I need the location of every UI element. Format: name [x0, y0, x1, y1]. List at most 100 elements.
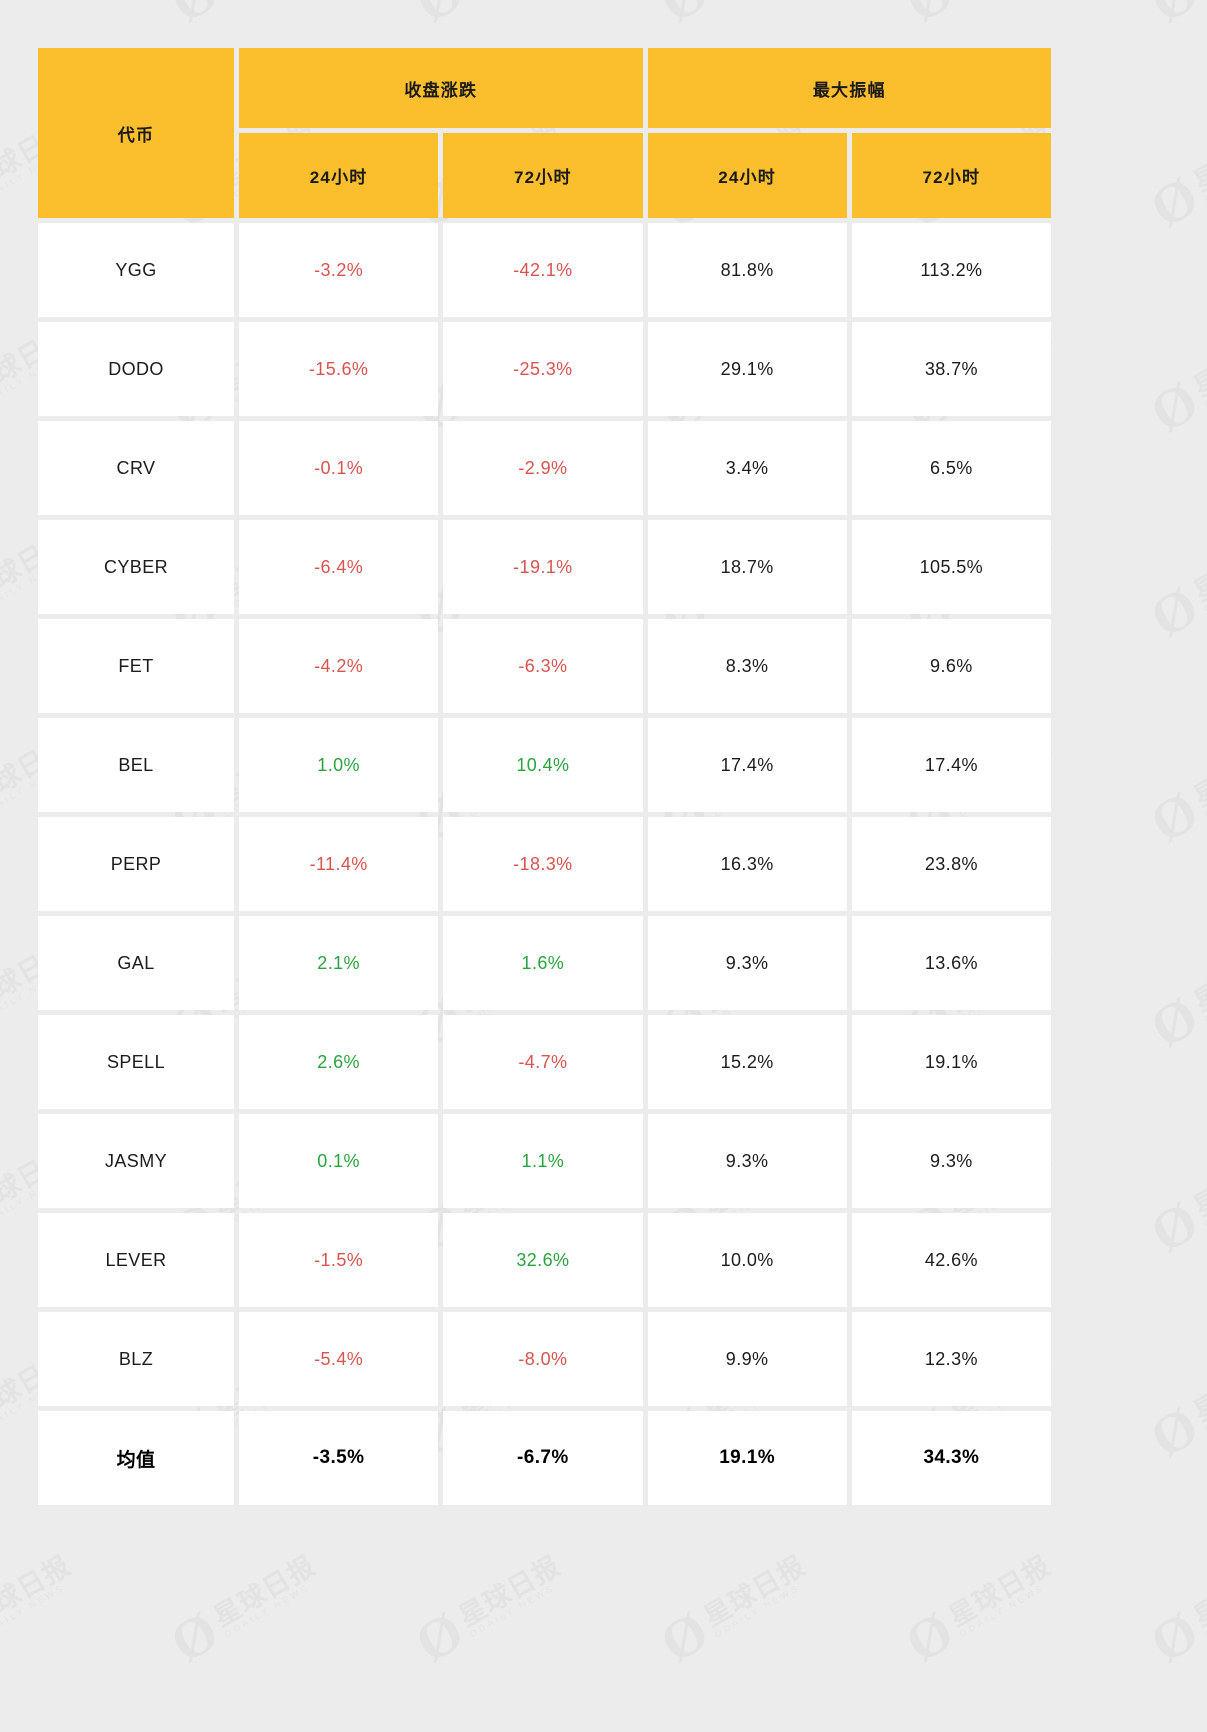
watermark-cn-text: 星球日报 [698, 1550, 811, 1633]
table-row: CYBER -6.4% -19.1% 18.7% 105.5% [38, 520, 1051, 614]
cell-amplitude-72h: 19.1% [851, 1015, 1051, 1109]
cell-average-amplitude-72h: 34.3% [851, 1411, 1051, 1505]
table-row: GAL 2.1% 1.6% 9.3% 13.6% [38, 916, 1051, 1010]
watermark: Ø星球日报ODAILY NEWS [405, 0, 575, 35]
cell-amplitude-72h: 17.4% [851, 718, 1051, 812]
watermark-en-text: ODAILY NEWS [222, 1582, 312, 1640]
watermark-cn-text: 星球日报 [1188, 115, 1207, 198]
watermark-en-text: ODAILY NEWS [467, 1582, 557, 1640]
watermark-logo-icon: Ø [405, 1599, 475, 1676]
cell-amplitude-24h: 3.4% [647, 421, 847, 515]
cell-change-24h: 1.0% [239, 718, 439, 812]
cell-coin-symbol: CYBER [38, 520, 234, 614]
cell-amplitude-24h: 9.3% [647, 916, 847, 1010]
watermark: Ø星球日报ODAILY NEWS [1140, 518, 1207, 651]
cell-amplitude-72h: 13.6% [851, 916, 1051, 1010]
cell-change-72h: -19.1% [443, 520, 643, 614]
cell-change-24h: -15.6% [239, 322, 439, 416]
cell-amplitude-72h: 38.7% [851, 322, 1051, 416]
table-row: CRV -0.1% -2.9% 3.4% 6.5% [38, 421, 1051, 515]
cell-amplitude-72h: 23.8% [851, 817, 1051, 911]
watermark-logo-icon: Ø [650, 1599, 720, 1676]
crypto-stats-table: 代币 收盘涨跌 最大振幅 24小时 72小时 24小时 72小时 YGG -3.2… [33, 43, 1056, 1510]
watermark-cn-text: 星球日报 [1188, 1550, 1207, 1633]
cell-change-24h: 2.1% [239, 916, 439, 1010]
watermark-cn-text: 星球日报 [0, 1550, 76, 1633]
watermark: Ø星球日报ODAILY NEWS [1140, 108, 1207, 240]
cell-change-24h: -0.1% [239, 421, 439, 515]
watermark-logo-icon: Ø [1140, 574, 1207, 651]
cell-coin-symbol: JASMY [38, 1114, 234, 1208]
cell-coin-symbol: YGG [38, 223, 234, 317]
cell-change-24h: 2.6% [239, 1015, 439, 1109]
table-row: PERP -11.4% -18.3% 16.3% 23.8% [38, 817, 1051, 911]
watermark-cn-text: 星球日报 [1188, 1345, 1207, 1428]
watermark-en-text: ODAILY NEWS [1202, 1582, 1207, 1640]
table-row-average: 均值 -3.5% -6.7% 19.1% 34.3% [38, 1411, 1051, 1505]
table-header: 代币 收盘涨跌 最大振幅 24小时 72小时 24小时 72小时 [38, 48, 1051, 218]
cell-coin-symbol: FET [38, 619, 234, 713]
watermark-logo-icon: Ø [895, 1599, 965, 1676]
watermark: Ø星球日报ODAILY NEWS [1140, 928, 1207, 1060]
watermark: Ø星球日报ODAILY NEWS [1140, 1543, 1207, 1675]
cell-change-72h: 1.6% [443, 916, 643, 1010]
watermark: Ø星球日报ODAILY NEWS [1140, 0, 1207, 35]
cell-amplitude-24h: 29.1% [647, 322, 847, 416]
watermark-cn-text: 星球日报 [1188, 1140, 1207, 1223]
watermark-logo-icon: Ø [650, 0, 719, 35]
table-row: BEL 1.0% 10.4% 17.4% 17.4% [38, 718, 1051, 812]
cell-change-72h: -42.1% [443, 223, 643, 317]
header-group-close-change: 收盘涨跌 [239, 48, 643, 129]
cell-change-72h: -8.0% [443, 1312, 643, 1406]
header-sub-amplitude-24h: 24小时 [647, 133, 847, 218]
table-row: BLZ -5.4% -8.0% 9.9% 12.3% [38, 1312, 1051, 1406]
cell-amplitude-72h: 12.3% [851, 1312, 1051, 1406]
watermark-en-text: ODAILY NEWS [1202, 1172, 1207, 1230]
watermark: Ø星球日报ODAILY NEWS [160, 1543, 330, 1675]
cell-change-72h: -18.3% [443, 817, 643, 911]
cell-amplitude-24h: 16.3% [647, 817, 847, 911]
cell-coin-symbol: BEL [38, 718, 234, 812]
watermark-en-text: ODAILY NEWS [1202, 1377, 1207, 1435]
watermark-cn-text: 星球日报 [208, 1550, 321, 1633]
watermark: Ø星球日报ODAILY NEWS [1140, 723, 1207, 855]
cell-amplitude-24h: 18.7% [647, 520, 847, 614]
header-coin: 代币 [38, 48, 234, 218]
cell-change-72h: 10.4% [443, 718, 643, 812]
watermark: Ø星球日报ODAILY NEWS [1140, 313, 1207, 445]
cell-change-72h: 32.6% [443, 1213, 643, 1307]
table-row: FET -4.2% -6.3% 8.3% 9.6% [38, 619, 1051, 713]
watermark-cn-text: 星球日报 [1188, 730, 1207, 813]
header-row-groups: 代币 收盘涨跌 最大振幅 [38, 48, 1051, 218]
cell-coin-symbol: GAL [38, 916, 234, 1010]
header-sub-amplitude-72h: 72小时 [851, 133, 1051, 218]
table-row: DODO -15.6% -25.3% 29.1% 38.7% [38, 322, 1051, 416]
header-group-max-amplitude: 最大振幅 [647, 48, 1051, 129]
watermark: Ø星球日报ODAILY NEWS [1140, 1133, 1207, 1265]
watermark-cn-text: 星球日报 [1188, 525, 1207, 608]
watermark: Ø星球日报ODAILY NEWS [650, 0, 820, 35]
watermark-en-text: ODAILY NEWS [1202, 762, 1207, 820]
watermark-cn-text: 星球日报 [1188, 320, 1207, 403]
watermark-en-text: ODAILY NEWS [1202, 967, 1207, 1025]
table-row: JASMY 0.1% 1.1% 9.3% 9.3% [38, 1114, 1051, 1208]
watermark-cn-text: 星球日报 [943, 1550, 1056, 1633]
watermark-cn-text: 星球日报 [1188, 935, 1207, 1018]
watermark-logo-icon: Ø [895, 0, 964, 35]
cell-average-change-24h: -3.5% [239, 1411, 439, 1505]
cell-coin-symbol: PERP [38, 817, 234, 911]
cell-change-72h: 1.1% [443, 1114, 643, 1208]
header-sub-change-72h: 72小时 [443, 133, 643, 218]
cell-amplitude-24h: 9.9% [647, 1312, 847, 1406]
cell-coin-symbol: SPELL [38, 1015, 234, 1109]
watermark-en-text: ODAILY NEWS [0, 1582, 67, 1640]
cell-amplitude-72h: 105.5% [851, 520, 1051, 614]
cell-coin-symbol: BLZ [38, 1312, 234, 1406]
watermark: Ø星球日报ODAILY NEWS [0, 0, 85, 33]
cell-change-24h: -5.4% [239, 1312, 439, 1406]
cell-amplitude-72h: 42.6% [851, 1213, 1051, 1307]
crypto-stats-table-container: 代币 收盘涨跌 最大振幅 24小时 72小时 24小时 72小时 YGG -3.2… [33, 43, 1056, 1510]
cell-change-24h: -6.4% [239, 520, 439, 614]
watermark-en-text: ODAILY NEWS [957, 1582, 1047, 1640]
watermark-logo-icon: Ø [1140, 0, 1207, 35]
